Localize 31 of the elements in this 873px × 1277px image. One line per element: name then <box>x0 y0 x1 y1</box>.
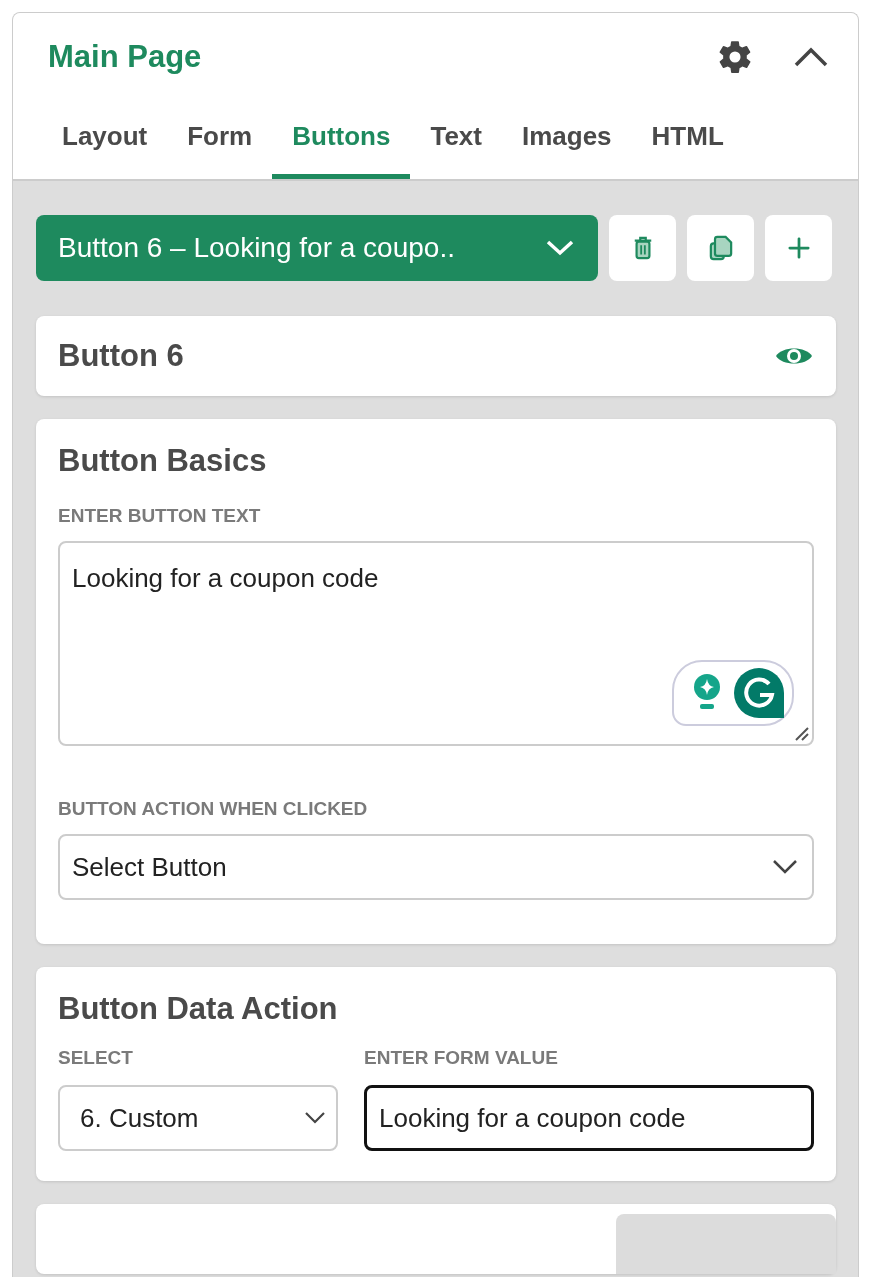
tab[interactable]: Text <box>410 109 502 179</box>
form-value-field[interactable]: Looking for a coupon code <box>364 1085 814 1151</box>
card-title: Button Basics <box>58 443 268 479</box>
tab[interactable]: Form <box>167 109 273 179</box>
chevron-down-icon <box>304 1111 326 1125</box>
chevron-down-icon <box>772 859 798 875</box>
field-label: ENTER BUTTON TEXT <box>58 505 262 527</box>
g-logo-icon[interactable] <box>734 668 784 718</box>
tab[interactable]: Images <box>501 109 632 179</box>
button-text-field[interactable]: Looking for a coupon code <box>58 541 814 746</box>
field-label: BUTTON ACTION WHEN CLICKED <box>58 798 369 820</box>
writing-assistant-widget[interactable] <box>672 660 794 726</box>
chevron-down-icon <box>546 240 574 256</box>
button-action-select[interactable]: Select Button <box>58 834 814 900</box>
card-title: Button Data Action <box>58 991 339 1027</box>
field-value: Looking for a coupon code <box>72 563 379 593</box>
plus-icon <box>787 237 810 259</box>
delete-button[interactable] <box>609 215 676 281</box>
collapse-icon[interactable] <box>794 47 828 67</box>
tab[interactable]: Layout <box>42 109 168 179</box>
resize-handle-icon[interactable] <box>793 725 809 741</box>
field-label: SELECT <box>58 1047 134 1069</box>
field-label: ENTER FORM VALUE <box>364 1047 559 1069</box>
tab[interactable]: HTML <box>631 109 744 179</box>
button-picker-dropdown[interactable]: Button 6 – Looking for a coupo.. <box>36 215 598 281</box>
duplicate-button[interactable] <box>687 215 754 281</box>
copy-icon <box>708 235 733 261</box>
data-select[interactable]: 6. Custom <box>58 1085 338 1151</box>
tab[interactable]: Buttons <box>272 109 411 179</box>
card-title: Button 6 <box>58 338 184 374</box>
panel-title: Main Page <box>48 39 203 75</box>
